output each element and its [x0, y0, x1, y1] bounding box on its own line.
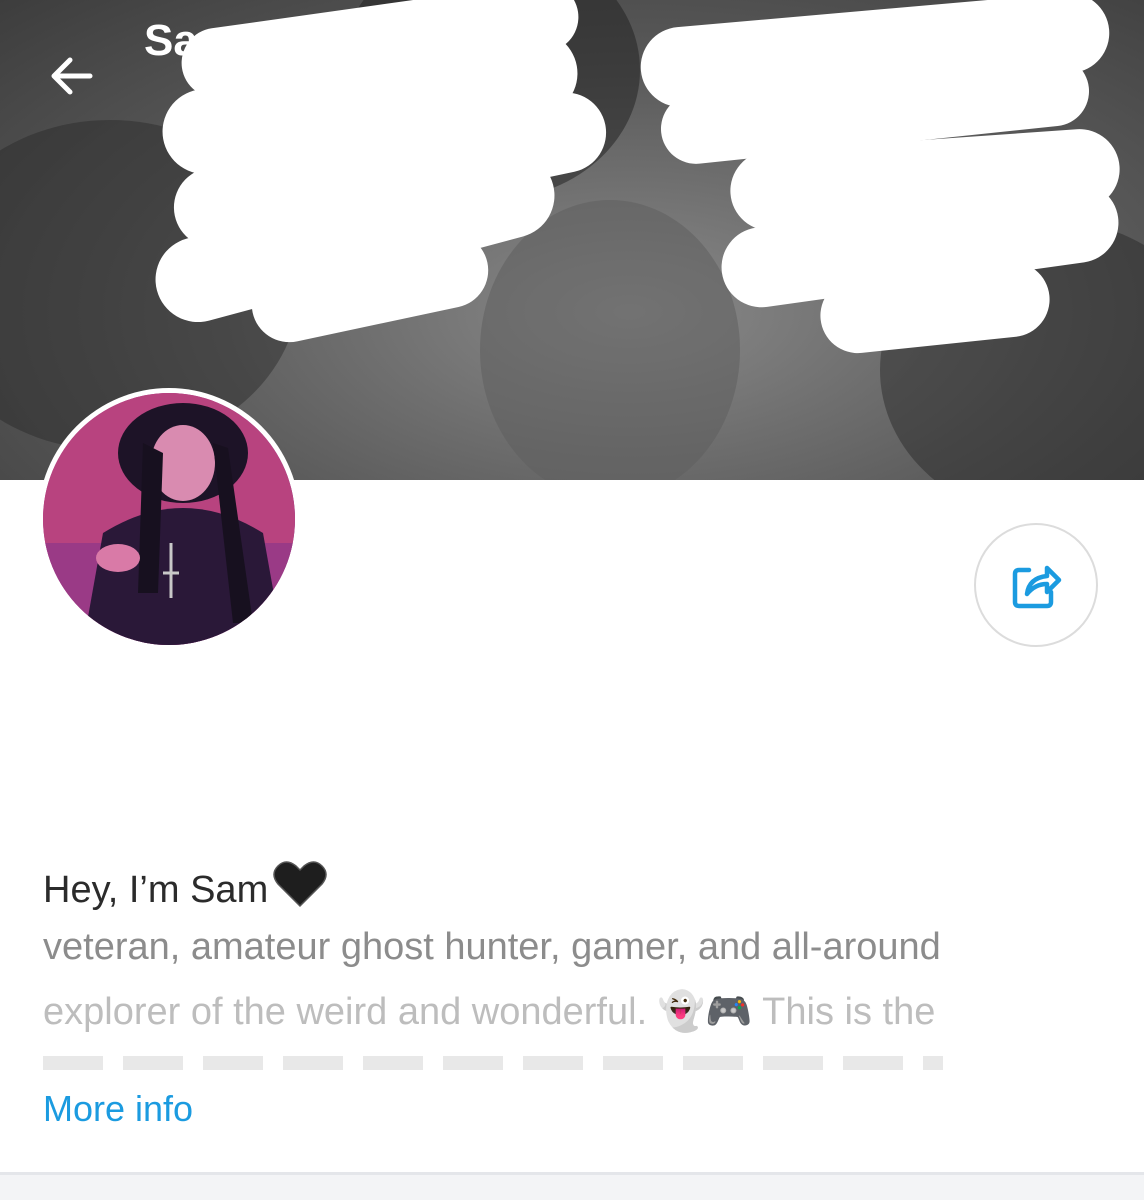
more-info-link[interactable]: More info: [43, 1088, 193, 1130]
bio-line-2: explorer of the weird and wonderful. 👻🎮 …: [43, 991, 936, 1033]
avatar[interactable]: [38, 388, 300, 650]
bio-line-3-faded: [43, 1050, 1103, 1070]
bio-name-text: Hey, I’m Sam: [43, 868, 269, 911]
share-button[interactable]: [974, 523, 1098, 647]
header-title: Sa: [144, 16, 198, 65]
back-button[interactable]: [42, 46, 102, 106]
avatar-image: [43, 393, 295, 645]
share-icon: [1012, 565, 1062, 609]
arrow-left-icon: [51, 57, 93, 95]
bio-heading: Hey, I’m Sam: [43, 860, 328, 920]
footer-strip: [0, 1175, 1144, 1200]
bio-line-1: veteran, amateur ghost hunter, gamer, an…: [43, 926, 941, 968]
black-heart-icon: [272, 860, 328, 920]
